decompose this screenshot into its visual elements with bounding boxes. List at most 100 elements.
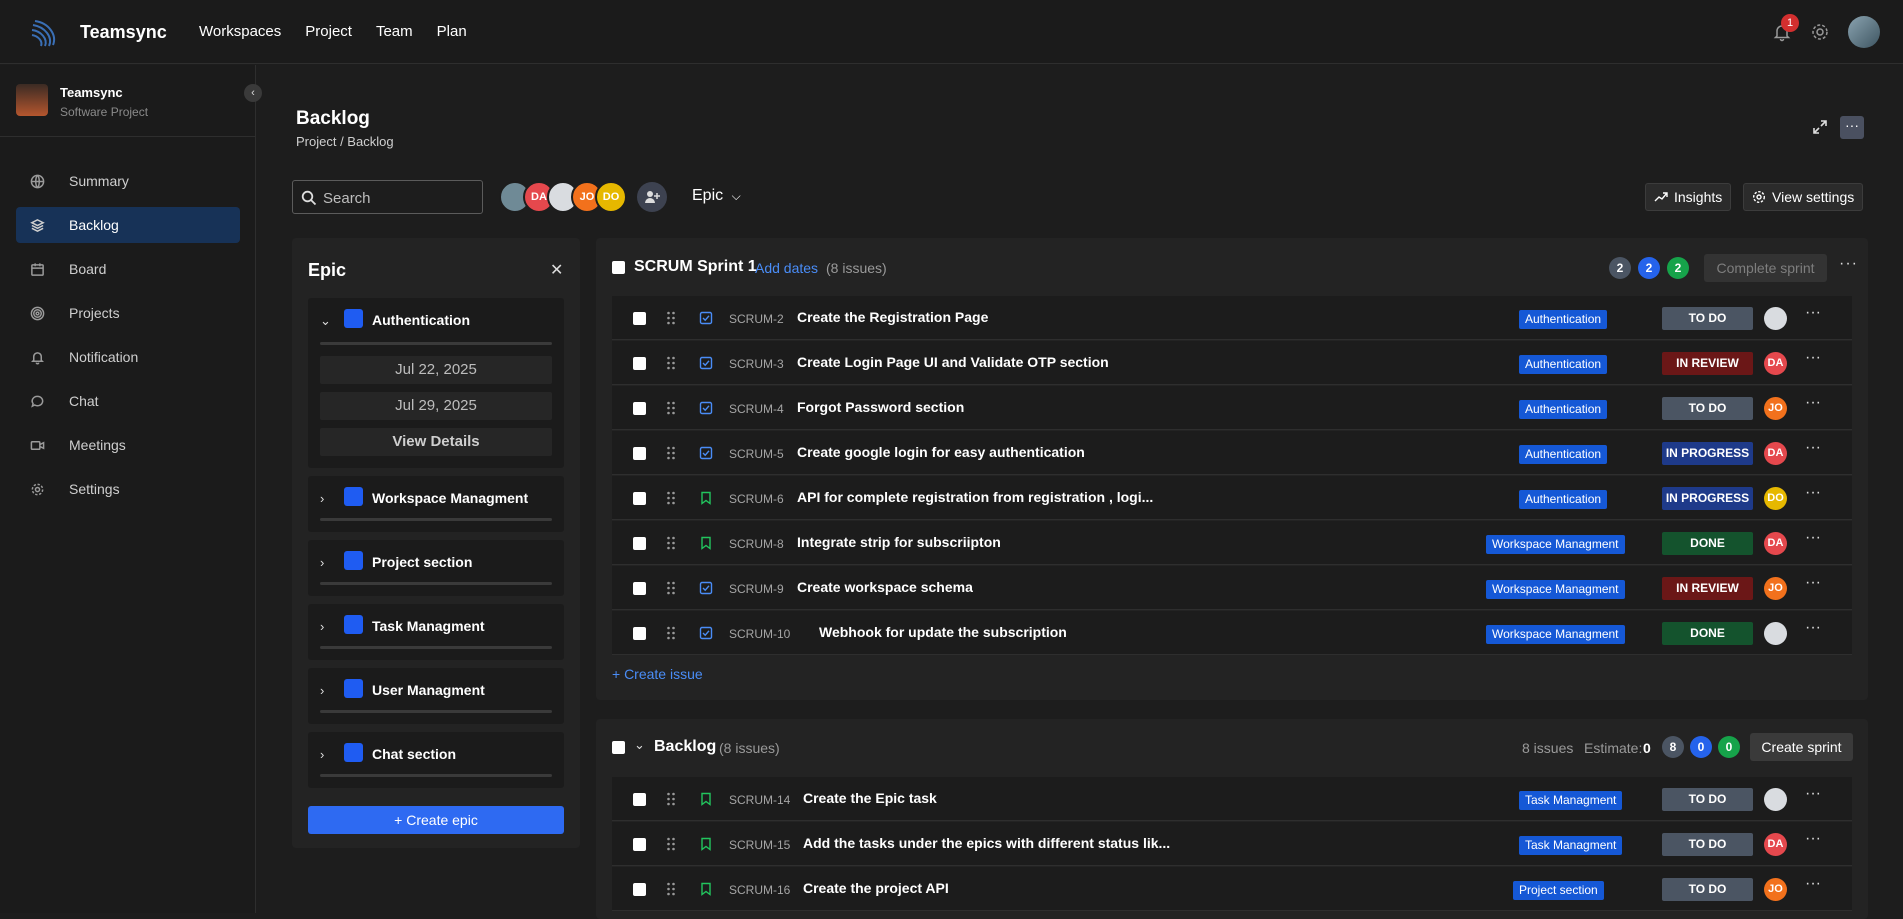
issue-checkbox[interactable] [633, 883, 646, 896]
epic-card-project[interactable]: › Project section [308, 540, 564, 596]
insights-button[interactable]: Insights [1645, 183, 1732, 211]
issue-more-button[interactable]: ··· [1805, 529, 1821, 547]
backlog-checkbox[interactable] [612, 741, 625, 754]
sprint-title[interactable]: SCRUM Sprint 1 [634, 258, 757, 276]
issue-row[interactable]: SCRUM-5 Create google login for easy auth… [612, 431, 1852, 475]
epic-end-date[interactable]: Jul 29, 2025 [320, 392, 552, 420]
epic-card-chat[interactable]: › Chat section [308, 732, 564, 788]
chevron-right-icon[interactable]: › [320, 683, 324, 698]
assignee-avatar[interactable] [1764, 307, 1787, 330]
epic-tag[interactable]: Project section [1513, 881, 1604, 900]
issue-checkbox[interactable] [633, 838, 646, 851]
drag-handle-icon[interactable] [666, 445, 676, 461]
issue-checkbox[interactable] [633, 447, 646, 460]
create-sprint-button[interactable]: Create sprint [1750, 733, 1853, 761]
issue-checkbox[interactable] [633, 492, 646, 505]
drag-handle-icon[interactable] [666, 881, 676, 897]
issue-summary[interactable]: Forgot Password section [797, 399, 964, 415]
sidebar-item-settings[interactable]: Settings [16, 471, 240, 507]
issue-key[interactable]: SCRUM-3 [729, 357, 784, 371]
issue-more-button[interactable]: ··· [1805, 875, 1821, 893]
status-dropdown[interactable]: IN PROGRESS [1662, 442, 1753, 465]
user-avatar[interactable] [1848, 16, 1880, 48]
epic-card-user[interactable]: › User Managment [308, 668, 564, 724]
chevron-down-icon[interactable]: ⌄ [634, 737, 645, 753]
status-dropdown[interactable]: DONE [1662, 532, 1753, 555]
drag-handle-icon[interactable] [666, 355, 676, 371]
epic-card-task[interactable]: › Task Managment [308, 604, 564, 660]
issue-summary[interactable]: Create the Registration Page [797, 309, 988, 325]
epic-tag[interactable]: Workspace Managment [1486, 580, 1625, 599]
drag-handle-icon[interactable] [666, 490, 676, 506]
sidebar-item-backlog[interactable]: Backlog [16, 207, 240, 243]
breadcrumb[interactable]: Project / Backlog [296, 134, 394, 149]
status-dropdown[interactable]: IN PROGRESS [1662, 487, 1753, 510]
issue-summary[interactable]: Create Login Page UI and Validate OTP se… [797, 354, 1109, 370]
issue-row[interactable]: SCRUM-8 Integrate strip for subscriipton W… [612, 521, 1852, 565]
epic-tag[interactable]: Task Managment [1519, 791, 1623, 810]
add-dates-link[interactable]: Add dates [755, 260, 818, 276]
status-dropdown[interactable]: TO DO [1662, 833, 1753, 856]
issue-more-button[interactable]: ··· [1805, 830, 1821, 848]
issue-checkbox[interactable] [633, 627, 646, 640]
issue-key[interactable]: SCRUM-4 [729, 402, 784, 416]
drag-handle-icon[interactable] [666, 310, 676, 326]
collapse-sidebar-button[interactable]: ‹ [244, 84, 262, 102]
issue-summary[interactable]: Create the project API [803, 880, 949, 896]
create-epic-button[interactable]: + Create epic [308, 806, 564, 834]
status-dropdown[interactable]: IN REVIEW [1662, 352, 1753, 375]
view-settings-button[interactable]: View settings [1743, 183, 1864, 211]
epic-tag[interactable]: Authentication [1519, 400, 1608, 419]
epic-tag[interactable]: Task Managment [1519, 836, 1623, 855]
issue-key[interactable]: SCRUM-8 [729, 537, 784, 551]
status-dropdown[interactable]: TO DO [1662, 307, 1753, 330]
epic-tag[interactable]: Authentication [1519, 355, 1608, 374]
issue-summary[interactable]: Integrate strip for subscriipton [797, 534, 1001, 550]
chevron-down-icon[interactable]: ⌄ [320, 313, 331, 329]
assignee-avatar[interactable]: JO [1764, 577, 1787, 600]
epic-card-workspace[interactable]: › Workspace Managment [308, 476, 564, 532]
issue-key[interactable]: SCRUM-9 [729, 582, 784, 596]
issue-more-button[interactable]: ··· [1805, 394, 1821, 412]
nav-plan[interactable]: Plan [437, 23, 467, 40]
issue-row[interactable]: SCRUM-9 Create workspace schema Workspace … [612, 566, 1852, 610]
epic-tag[interactable]: Authentication [1519, 490, 1608, 509]
issue-row[interactable]: SCRUM-2 Create the Registration Page Authe… [612, 296, 1852, 340]
issue-summary[interactable]: API for complete registration from regis… [797, 489, 1153, 505]
epic-tag[interactable]: Authentication [1519, 310, 1608, 329]
issue-key[interactable]: SCRUM-15 [729, 838, 790, 852]
issue-row[interactable]: SCRUM-10 Webhook for update the subscript… [612, 611, 1852, 655]
page-more-button[interactable]: ··· [1840, 116, 1864, 139]
sidebar-item-meetings[interactable]: Meetings [16, 427, 240, 463]
sidebar-item-notification[interactable]: Notification [16, 339, 240, 375]
expand-icon[interactable] [1812, 119, 1828, 135]
view-details-button[interactable]: View Details [320, 428, 552, 456]
assignee-avatar[interactable] [1764, 622, 1787, 645]
issue-more-button[interactable]: ··· [1805, 484, 1821, 502]
sprint-more-button[interactable]: ··· [1839, 255, 1858, 273]
assignee-avatar[interactable]: JO [1764, 397, 1787, 420]
search-box[interactable] [292, 180, 483, 214]
nav-team[interactable]: Team [376, 23, 413, 40]
issue-more-button[interactable]: ··· [1805, 304, 1821, 322]
teamsync-logo-icon[interactable] [27, 15, 61, 49]
status-dropdown[interactable]: TO DO [1662, 788, 1753, 811]
close-icon[interactable]: ✕ [550, 260, 563, 280]
complete-sprint-button[interactable]: Complete sprint [1704, 254, 1827, 282]
issue-more-button[interactable]: ··· [1805, 785, 1821, 803]
drag-handle-icon[interactable] [666, 535, 676, 551]
assignee-avatar[interactable]: DA [1764, 352, 1787, 375]
issue-summary[interactable]: Create google login for easy authenticat… [797, 444, 1085, 460]
issue-summary[interactable]: Create the Epic task [803, 790, 937, 806]
sidebar-item-summary[interactable]: Summary [16, 163, 240, 199]
epic-tag[interactable]: Workspace Managment [1486, 625, 1625, 644]
issue-more-button[interactable]: ··· [1805, 619, 1821, 637]
status-dropdown[interactable]: TO DO [1662, 878, 1753, 901]
sidebar-item-board[interactable]: Board [16, 251, 240, 287]
epic-tag[interactable]: Workspace Managment [1486, 535, 1625, 554]
assignee-avatar[interactable]: DA [1764, 532, 1787, 555]
issue-row[interactable]: SCRUM-4 Forgot Password section Authentica… [612, 386, 1852, 430]
issue-checkbox[interactable] [633, 357, 646, 370]
issue-key[interactable]: SCRUM-14 [729, 793, 790, 807]
chevron-right-icon[interactable]: › [320, 747, 324, 762]
